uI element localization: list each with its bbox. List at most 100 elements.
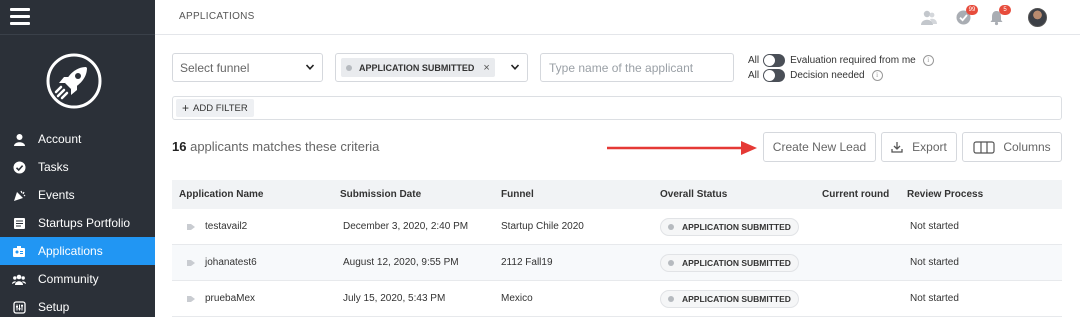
setup-icon <box>12 300 26 314</box>
annotation-arrow-icon <box>607 141 757 155</box>
sidebar-item-label: Applications <box>38 244 103 258</box>
review-process: Not started <box>910 257 959 268</box>
sidebar-item-setup[interactable]: Setup <box>0 293 155 317</box>
toggle-all-label: All <box>748 54 760 66</box>
expand-row-icon[interactable] <box>186 258 196 268</box>
sidebar-item-label: Setup <box>38 300 70 314</box>
add-filter-button[interactable]: + ADD FILTER <box>176 99 254 117</box>
status-badge: APPLICATION SUBMITTED <box>660 217 799 236</box>
community-icon <box>12 272 26 286</box>
results-count: 16 applicants matches these criteria <box>172 139 379 154</box>
funnel-select-placeholder: Select funnel <box>180 60 250 75</box>
status-badge: APPLICATION SUBMITTED <box>660 289 799 308</box>
sidebar-item-label: Tasks <box>38 160 69 174</box>
page-title: APPLICATIONS <box>179 11 255 22</box>
review-process: Not started <box>910 293 959 304</box>
application-name[interactable]: testavail2 <box>205 221 247 232</box>
table-header: Application Name Submission Date Funnel … <box>172 180 1062 209</box>
status-dot <box>346 64 352 71</box>
info-icon[interactable]: i <box>871 69 883 81</box>
status-dot <box>668 295 674 302</box>
column-header[interactable]: Funnel <box>494 189 655 200</box>
table-row[interactable]: johanatest6 August 12, 2020, 9:55 PM 211… <box>172 245 1062 281</box>
status-chip: APPLICATION SUBMITTED × <box>341 58 495 77</box>
status-chip-label: APPLICATION SUBMITTED <box>359 62 475 73</box>
results-count-suffix: applicants matches these criteria <box>190 139 380 154</box>
status-label: APPLICATION SUBMITTED <box>682 221 791 232</box>
name-cell: johanatest6 <box>172 257 333 268</box>
expand-row-icon[interactable] <box>186 294 196 304</box>
sidebar-item-account[interactable]: Account <box>0 125 155 153</box>
sidebar-item-label: Startups Portfolio <box>38 216 131 230</box>
chevron-down-icon <box>510 64 520 70</box>
sidebar-item-tasks[interactable]: Tasks <box>0 153 155 181</box>
avatar[interactable] <box>1028 8 1047 27</box>
applicant-search-input[interactable] <box>540 53 734 82</box>
column-header[interactable]: Submission Date <box>333 189 494 200</box>
top-bar: APPLICATIONS 99 5 <box>155 0 1080 35</box>
decision-needed-toggle-row: All Decision needed i <box>748 67 883 83</box>
submission-date: August 12, 2020, 9:55 PM <box>343 257 459 268</box>
sidebar-item-community[interactable]: Community <box>0 265 155 293</box>
application-name[interactable]: pruebaMex <box>205 293 255 304</box>
sidebar-item-applications[interactable]: Applications <box>0 237 155 265</box>
applications-table: Application Name Submission Date Funnel … <box>172 180 1062 317</box>
user-icon <box>12 132 26 146</box>
create-new-lead-button[interactable]: Create New Lead <box>763 132 876 162</box>
filter-bar: + ADD FILTER <box>172 96 1062 120</box>
funnel-name: 2112 Fall19 <box>501 257 553 268</box>
table-row[interactable]: testavail2 December 3, 2020, 2:40 PM Sta… <box>172 209 1062 245</box>
columns-button[interactable]: Columns <box>962 132 1062 162</box>
decision-needed-toggle[interactable] <box>763 68 786 82</box>
submission-date: December 3, 2020, 2:40 PM <box>343 221 469 232</box>
hamburger-menu-icon[interactable] <box>10 8 30 26</box>
funnel-select[interactable]: Select funnel <box>172 53 323 82</box>
check-circle-icon <box>12 160 26 174</box>
sidebar-item-label: Community <box>38 272 99 286</box>
results-count-number: 16 <box>172 139 187 154</box>
expand-row-icon[interactable] <box>186 222 196 232</box>
status-badge: APPLICATION SUBMITTED <box>660 253 799 272</box>
sidebar-item-label: Account <box>38 132 82 146</box>
table-row[interactable]: pruebaMex July 15, 2020, 5:43 PM Mexico … <box>172 281 1062 317</box>
evaluation-required-toggle-row: All Evaluation required from me i <box>748 52 934 68</box>
status-cell: APPLICATION SUBMITTED <box>655 217 816 236</box>
status-select[interactable]: APPLICATION SUBMITTED × <box>335 53 528 82</box>
download-icon <box>891 142 903 153</box>
column-header[interactable]: Application Name <box>172 189 333 200</box>
applications-icon <box>12 244 26 258</box>
submission-date: July 15, 2020, 5:43 PM <box>343 293 446 304</box>
column-header[interactable]: Review Process <box>901 189 1062 200</box>
export-label: Export <box>912 140 947 154</box>
sidebar-nav: Account Tasks Events Startups Portfolio … <box>0 125 155 317</box>
status-dot <box>668 259 674 266</box>
column-header[interactable]: Current round <box>816 189 901 200</box>
status-cell: APPLICATION SUBMITTED <box>655 289 816 308</box>
name-cell: pruebaMex <box>172 293 333 304</box>
column-header[interactable]: Overall Status <box>655 189 816 200</box>
name-cell: testavail2 <box>172 221 333 232</box>
info-icon[interactable]: i <box>922 54 934 66</box>
toggle-label: Decision needed <box>790 69 865 81</box>
columns-label: Columns <box>1003 140 1051 154</box>
funnel-name: Startup Chile 2020 <box>501 221 584 232</box>
add-filter-label: ADD FILTER <box>193 102 248 114</box>
sidebar-item-events[interactable]: Events <box>0 181 155 209</box>
export-button[interactable]: Export <box>881 132 957 162</box>
status-label: APPLICATION SUBMITTED <box>682 257 791 268</box>
remove-chip-icon[interactable]: × <box>483 62 489 74</box>
tasks-indicator[interactable]: 99 <box>955 5 978 26</box>
users-icon[interactable] <box>920 9 937 26</box>
evaluation-required-toggle[interactable] <box>763 53 786 67</box>
review-process: Not started <box>910 221 959 232</box>
columns-icon <box>973 140 995 154</box>
sidebar-item-label: Events <box>38 188 75 202</box>
application-name[interactable]: johanatest6 <box>205 257 257 268</box>
sidebar-item-startups-portfolio[interactable]: Startups Portfolio <box>0 209 155 237</box>
status-cell: APPLICATION SUBMITTED <box>655 253 816 272</box>
tasks-badge: 99 <box>966 5 978 15</box>
toggle-label: Evaluation required from me <box>790 54 916 66</box>
notifications-indicator[interactable]: 5 <box>988 5 1011 26</box>
rocket-logo-icon <box>46 53 102 109</box>
chevron-down-icon <box>305 64 315 70</box>
